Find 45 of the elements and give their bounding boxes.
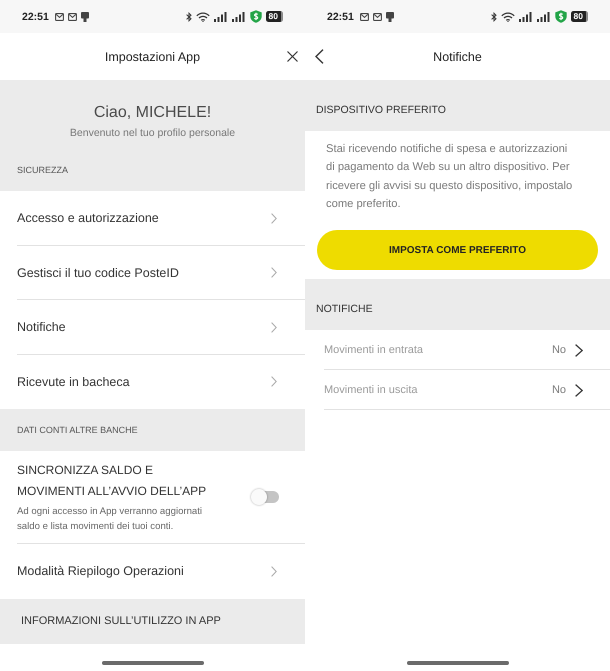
- chevron-right-icon: [271, 566, 277, 577]
- status-time: 22:51: [327, 10, 354, 22]
- mail-icon: [360, 12, 369, 20]
- item-value: No: [552, 344, 566, 356]
- device-icon: [80, 12, 89, 22]
- status-time: 22:51: [22, 10, 49, 22]
- signal-icon: [518, 12, 533, 22]
- device-icon: [386, 12, 394, 22]
- setting-title: SINCRONIZZA SALDO E MOVIMENTI ALL’AVVIO DELL’APP: [17, 462, 208, 500]
- bluetooth-icon: [490, 12, 497, 22]
- bluetooth-icon: [186, 12, 192, 22]
- set-preferred-button[interactable]: IMPOSTA COME PREFERITO: [317, 230, 598, 270]
- mail-icon: [68, 12, 77, 20]
- chevron-right-icon: [575, 384, 583, 397]
- chevron-right-icon: [575, 344, 583, 357]
- battery-indicator: 80: [570, 11, 588, 22]
- greeting-title: Ciao, MICHELE!: [92, 103, 212, 123]
- signal-icon: [536, 12, 551, 22]
- mail-icon: [54, 12, 64, 20]
- screen-title: Notifiche: [432, 50, 483, 64]
- shield-icon: [250, 10, 262, 23]
- chevron-right-icon: [271, 212, 277, 224]
- notice-text: Stai ricevendo notifiche di spesa e autorizzazioni di pagamento da Web su un altro dispositivo. Per ricevere gli avvisi su questo dispositivo, impostalo come preferito.: [326, 142, 574, 212]
- battery-indicator: 80: [266, 11, 283, 22]
- section-header: NOTIFICHE: [305, 279, 610, 330]
- section-header: DISPOSITIVO PREFERITO: [305, 80, 610, 131]
- chevron-right-icon: [271, 376, 277, 388]
- close-icon[interactable]: [287, 51, 298, 62]
- signal-icon: [214, 12, 228, 22]
- back-icon[interactable]: [315, 49, 324, 64]
- chevron-right-icon: [271, 267, 277, 278]
- greeting-subtitle: Benvenuto nel tuo profilo personale: [68, 126, 236, 140]
- section-header: DATI CONTI ALTRE BANCHE: [0, 409, 305, 451]
- mail-icon: [372, 12, 382, 20]
- toggle-switch[interactable]: [251, 489, 279, 505]
- signal-icon: [232, 12, 246, 22]
- section-header: INFORMAZIONI SULL’UTILIZZO IN APP: [0, 598, 305, 644]
- wifi-icon: [196, 12, 210, 22]
- section-header: SICUREZZA: [0, 149, 305, 191]
- wifi-icon: [500, 12, 515, 22]
- chevron-right-icon: [271, 322, 277, 333]
- item-value: No: [552, 384, 566, 396]
- shield-icon: [554, 10, 567, 23]
- screen-title: Impostazioni App: [104, 50, 202, 64]
- setting-description: Ad ogni accesso in App verranno aggiornati saldo e lista movimenti dei tuoi conti.: [17, 505, 204, 534]
